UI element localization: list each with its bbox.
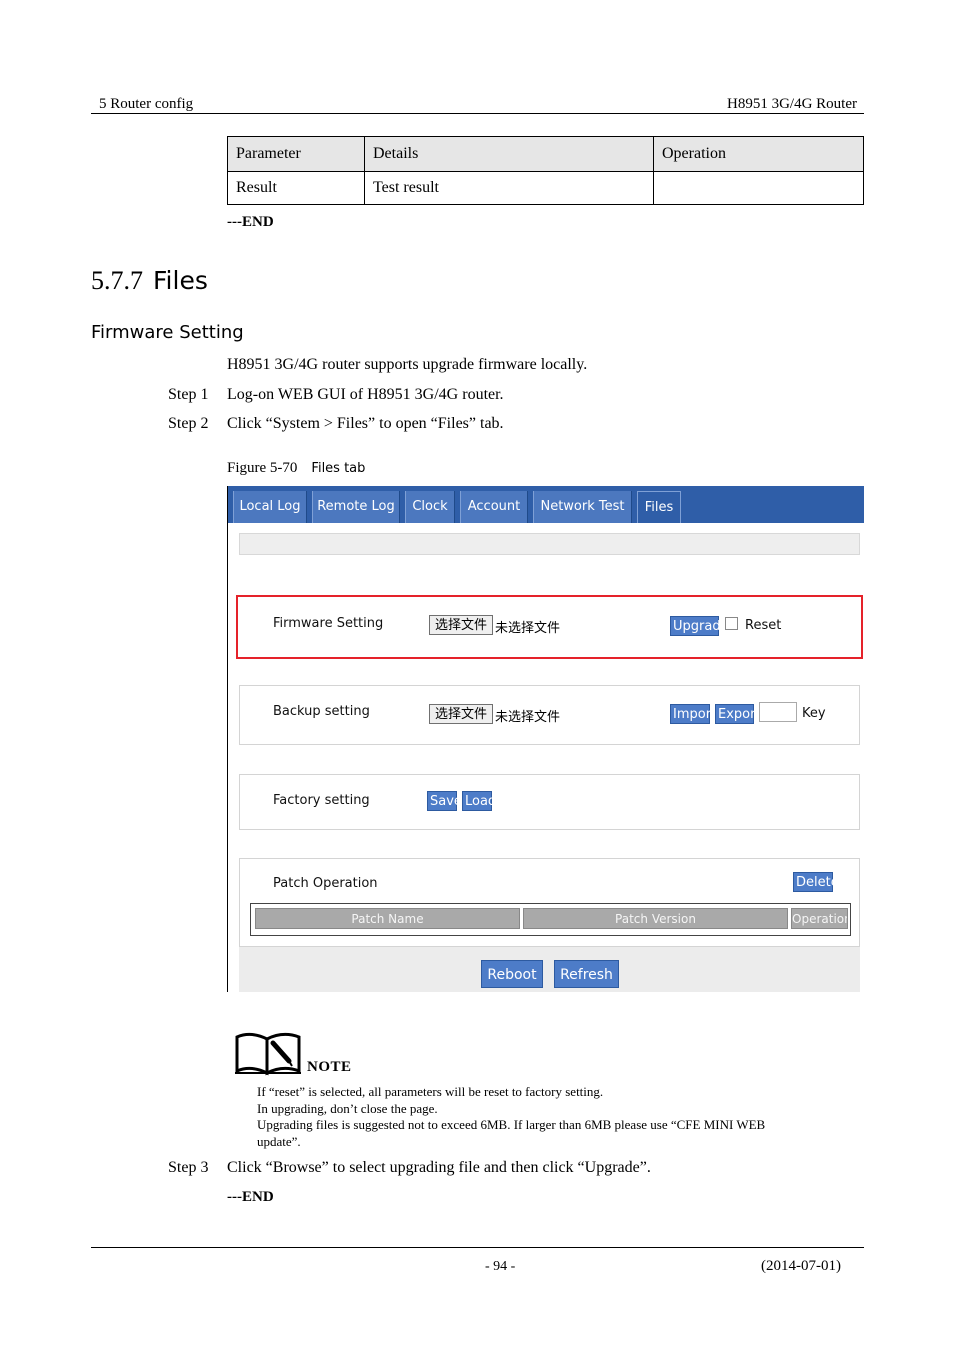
note-line: Upgrading files is suggested not to exce… [257, 1117, 766, 1132]
backup-no-file-text: 未选择文件 [495, 710, 561, 725]
factory-save-button[interactable]: Save [427, 791, 462, 811]
tab-local-log[interactable]: Local Log [233, 491, 307, 523]
factory-label: Factory setting [273, 793, 370, 808]
parameter-table: Parameter Details Operation Result Test … [227, 136, 864, 205]
reset-label: Reset [745, 618, 782, 633]
table-header: Operation [653, 136, 864, 172]
end-marker: ---END [227, 1189, 274, 1205]
header-chapter: 5 Router config [99, 96, 194, 112]
key-label: Key [802, 706, 826, 721]
reboot-button[interactable]: Reboot [481, 960, 543, 988]
upgrade-button[interactable]: Upgrade [670, 616, 729, 636]
patch-delete-button[interactable]: Delete [793, 872, 839, 892]
figure-caption: Figure 5-70 Files tab [227, 460, 365, 477]
footer-bar [239, 946, 860, 992]
book-icon [235, 1032, 301, 1076]
patch-table: Patch Name Patch Version Operation [250, 903, 851, 936]
backup-label: Backup setting [273, 704, 370, 719]
tab-remote-log[interactable]: Remote Log [312, 491, 400, 523]
table-header-row: Parameter Details Operation [227, 136, 864, 172]
firmware-no-file-text: 未选择文件 [495, 621, 561, 636]
info-band [239, 533, 860, 555]
note-line: update”. [257, 1134, 301, 1149]
factory-load-button[interactable]: Load [462, 791, 496, 811]
backup-panel: Backup setting 选择文件 未选择文件 Import Export … [239, 685, 860, 745]
import-button[interactable]: Import [670, 704, 716, 724]
export-button[interactable]: Export [715, 704, 761, 724]
refresh-button[interactable]: Refresh [554, 960, 619, 988]
table-header: Parameter [227, 136, 365, 172]
firmware-choose-file-button[interactable]: 选择文件 [429, 615, 494, 635]
firmware-label: Firmware Setting [273, 616, 384, 631]
figure-title: Files tab [311, 461, 366, 476]
section-number: 5.7.7 [91, 266, 143, 295]
page-number: - 94 - [485, 1259, 516, 1274]
patch-label: Patch Operation [273, 876, 378, 891]
tab-bar: Local Log Remote Log Clock Account Netwo… [227, 486, 864, 523]
column-header-patch-version: Patch Version [523, 908, 788, 929]
key-input[interactable] [759, 702, 797, 722]
column-header-patch-name: Patch Name [255, 908, 520, 929]
step-text: Click “System > Files” to open “Files” t… [227, 415, 504, 432]
step-label: Step 3 [168, 1159, 209, 1176]
note-label: NOTE [307, 1059, 352, 1075]
header-product: H8951 3G/4G Router [727, 96, 857, 112]
column-header-operation: Operation [791, 908, 848, 929]
table-cell: Result [227, 171, 365, 205]
step-label: Step 1 [168, 386, 209, 403]
footer-rule [91, 1247, 864, 1248]
step-label: Step 2 [168, 415, 209, 432]
tab-files[interactable]: Files [637, 491, 681, 523]
section-title: Files [153, 266, 208, 295]
end-marker: ---END [227, 214, 274, 230]
patch-panel: Patch Operation Delete Patch Name Patch … [239, 858, 860, 946]
step-text: Click “Browse” to select upgrading file … [227, 1159, 651, 1176]
figure-left-border [227, 486, 228, 992]
files-tab-screenshot: Local Log Remote Log Clock Account Netwo… [227, 486, 864, 992]
table-cell: Test result [364, 171, 654, 205]
table-row: Result Test result [227, 171, 864, 205]
section-heading: 5.7.7 Files [91, 266, 208, 296]
figure-number: Figure 5-70 [227, 460, 298, 476]
footer-date: (2014-07-01) [761, 1258, 841, 1274]
intro-paragraph: H8951 3G/4G router supports upgrade firm… [227, 356, 588, 373]
note-line: If “reset” is selected, all parameters w… [257, 1084, 604, 1099]
tab-network-test[interactable]: Network Test [533, 491, 632, 523]
header-rule [91, 113, 864, 114]
reset-checkbox[interactable] [725, 617, 738, 630]
backup-choose-file-button[interactable]: 选择文件 [429, 704, 494, 724]
note-line: In upgrading, don’t close the page. [257, 1101, 438, 1116]
tab-account[interactable]: Account [460, 491, 528, 523]
firmware-panel: Firmware Setting 选择文件 未选择文件 Upgrade Rese… [236, 595, 863, 659]
step-text: Log-on WEB GUI of H8951 3G/4G router. [227, 386, 504, 403]
table-cell [653, 171, 864, 205]
factory-panel: Factory setting Save Load [239, 774, 860, 830]
tab-clock[interactable]: Clock [405, 491, 455, 523]
subsection-heading: Firmware Setting [91, 322, 244, 343]
table-header: Details [364, 136, 654, 172]
